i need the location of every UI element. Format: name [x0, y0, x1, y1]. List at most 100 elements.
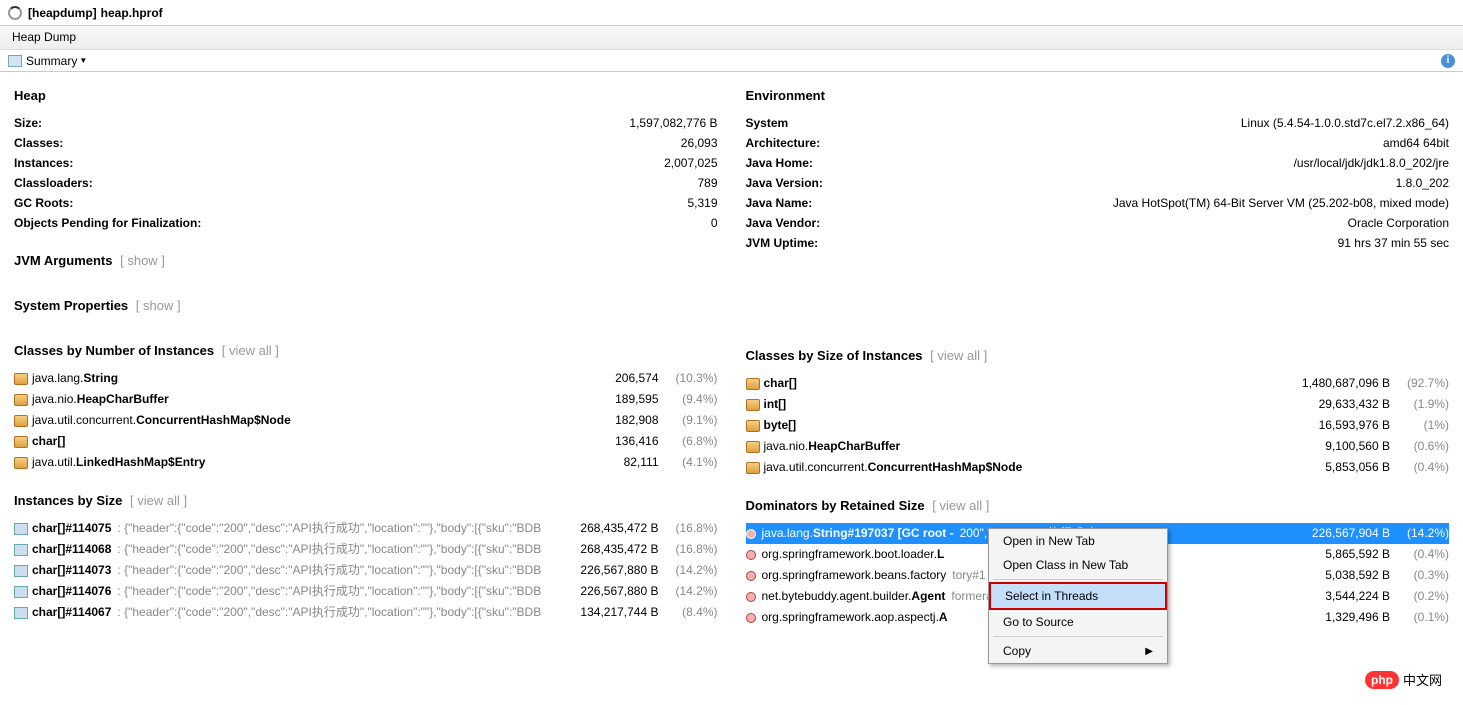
jvmargs-show-link[interactable]: [ show ]: [120, 253, 165, 268]
env-value: Linux (5.4.54-1.0.0.std7c.el7.2.x86_64): [1241, 113, 1449, 133]
watermark: php 中文网: [1365, 670, 1442, 689]
dominator-percent: 0.2%: [1394, 586, 1449, 607]
classes-by-size-row[interactable]: java.util.concurrent.ConcurrentHashMap$N…: [746, 457, 1450, 478]
heap-key: Size:: [14, 113, 42, 133]
instance-icon: [746, 529, 756, 539]
sysprops-header: System Properties [ show ]: [14, 298, 718, 313]
classes-by-size-name: char[]: [764, 373, 797, 394]
classes-by-num-row[interactable]: java.util.concurrent.ConcurrentHashMap$N…: [14, 410, 718, 431]
env-key: Architecture:: [746, 133, 821, 153]
class-icon: [14, 544, 28, 556]
dominators-viewall-link[interactable]: [ view all ]: [932, 498, 989, 513]
context-menu: Open in New Tab Open Class in New Tab Sele…: [988, 528, 1168, 664]
env-row: System Linux (5.4.54-1.0.0.std7c.el7.2.x8…: [746, 113, 1450, 133]
instance-by-size-percent: 14.2%: [663, 560, 718, 581]
title-file: heap.hprof: [101, 6, 163, 20]
instance-icon: [746, 592, 756, 602]
summary-icon: [8, 55, 22, 67]
instances-by-size-header: Instances by Size [ view all ]: [14, 493, 718, 508]
chevron-down-icon[interactable]: ▼: [79, 56, 87, 65]
class-icon: [746, 462, 760, 474]
class-icon: [14, 523, 28, 535]
classes-by-num-row[interactable]: java.lang.String206,57410.3%: [14, 368, 718, 389]
dominator-value: 5,038,592 B: [1280, 565, 1390, 586]
classes-by-size-percent: 1.9%: [1394, 394, 1449, 415]
classes-by-size-row[interactable]: java.nio.HeapCharBuffer9,100,560 B0.6%: [746, 436, 1450, 457]
classes-by-num-value: 206,574: [549, 368, 659, 389]
instance-by-size-value: 226,567,880 B: [549, 581, 659, 602]
env-key: System: [746, 113, 789, 133]
classes-by-num-row[interactable]: java.util.LinkedHashMap$Entry82,1114.1%: [14, 452, 718, 473]
menu-item-label: Go to Source: [1003, 615, 1074, 629]
dominator-name: org.springframework.boot.loader.L: [762, 544, 945, 565]
instance-by-size-row[interactable]: char[]#114068: {"header":{"code":"200","…: [14, 539, 718, 560]
class-icon: [14, 565, 28, 577]
instance-by-size-detail: : {"header":{"code":"200","desc":"API执行成…: [117, 539, 544, 560]
summary-dropdown[interactable]: Summary: [26, 54, 77, 68]
instance-by-size-row[interactable]: char[]#114073: {"header":{"code":"200","…: [14, 560, 718, 581]
class-icon: [14, 415, 28, 427]
watermark-text: 中文网: [1403, 670, 1442, 689]
classes-by-size-row[interactable]: byte[]16,593,976 B1%: [746, 415, 1450, 436]
instances-by-size-viewall-link[interactable]: [ view all ]: [130, 493, 187, 508]
dominator-name: net.bytebuddy.agent.builder.Agent: [762, 586, 946, 607]
heap-row: GC Roots:5,319: [14, 193, 718, 213]
env-key: JVM Uptime:: [746, 233, 819, 253]
heap-row: Objects Pending for Finalization:0: [14, 213, 718, 233]
dominator-name: org.springframework.aop.aspectj.A: [762, 607, 948, 628]
classes-by-num-row[interactable]: char[]136,4166.8%: [14, 431, 718, 452]
classes-by-size-name: java.nio.HeapCharBuffer: [764, 436, 901, 457]
heap-row: Instances:2,007,025: [14, 153, 718, 173]
menu-item[interactable]: Select in Threads: [989, 582, 1167, 610]
env-header: Environment: [746, 88, 1450, 103]
instance-by-size-row[interactable]: char[]#114076: {"header":{"code":"200","…: [14, 581, 718, 602]
env-row: JVM Uptime:91 hrs 37 min 55 sec: [746, 233, 1450, 253]
menu-item[interactable]: Open Class in New Tab: [989, 553, 1167, 577]
classes-by-num-viewall-link[interactable]: [ view all ]: [222, 343, 279, 358]
classes-by-size-row[interactable]: char[]1,480,687,096 B92.7%: [746, 373, 1450, 394]
classes-by-size-row[interactable]: int[]29,633,432 B1.9%: [746, 394, 1450, 415]
menu-item[interactable]: Go to Source: [989, 610, 1167, 634]
instance-by-size-percent: 16.8%: [663, 518, 718, 539]
menu-item[interactable]: Copy▶: [989, 639, 1167, 663]
heap-key: Classes:: [14, 133, 63, 153]
heap-key: GC Roots:: [14, 193, 73, 213]
env-key: Java Home:: [746, 153, 813, 173]
classes-by-num-percent: 6.8%: [663, 431, 718, 452]
dominator-value: 226,567,904 B: [1280, 523, 1390, 544]
heap-header: Heap: [14, 88, 718, 103]
instance-by-size-detail: : {"header":{"code":"200","desc":"API执行成…: [117, 518, 544, 539]
menu-item[interactable]: Open in New Tab: [989, 529, 1167, 553]
instance-by-size-row[interactable]: char[]#114075: {"header":{"code":"200","…: [14, 518, 718, 539]
loading-icon: [8, 6, 22, 20]
subtitle-text: Heap Dump: [12, 30, 76, 44]
dominator-value: 1,329,496 B: [1280, 607, 1390, 628]
classes-by-num-row[interactable]: java.nio.HeapCharBuffer189,5959.4%: [14, 389, 718, 410]
instance-by-size-row[interactable]: char[]#114067: {"header":{"code":"200","…: [14, 602, 718, 623]
heap-key: Classloaders:: [14, 173, 93, 193]
instance-icon: [746, 613, 756, 623]
classes-by-size-viewall-link[interactable]: [ view all ]: [930, 348, 987, 363]
instance-by-size-value: 268,435,472 B: [549, 539, 659, 560]
classes-by-num-value: 189,595: [549, 389, 659, 410]
env-value: Java HotSpot(TM) 64-Bit Server VM (25.20…: [1113, 193, 1449, 213]
title-bar: [heapdump] heap.hprof: [0, 0, 1463, 26]
classes-by-num-name: java.util.concurrent.ConcurrentHashMap$N…: [32, 410, 291, 431]
env-value: 1.8.0_202: [1396, 173, 1449, 193]
heap-value: 26,093: [681, 133, 718, 153]
menu-item-label: Open in New Tab: [1003, 534, 1095, 548]
sysprops-show-link[interactable]: [ show ]: [136, 298, 181, 313]
classes-by-size-percent: 92.7%: [1394, 373, 1449, 394]
classes-by-num-name: char[]: [32, 431, 65, 452]
class-icon: [746, 378, 760, 390]
env-row: Java Vendor:Oracle Corporation: [746, 213, 1450, 233]
heap-row: Size:1,597,082,776 B: [14, 113, 718, 133]
watermark-logo: php: [1365, 671, 1399, 689]
info-icon[interactable]: i: [1441, 54, 1455, 68]
jvmargs-header: JVM Arguments [ show ]: [14, 253, 718, 268]
heap-value: 0: [711, 213, 718, 233]
menu-item-label: Copy: [1003, 644, 1031, 658]
instance-by-size-percent: 8.4%: [663, 602, 718, 623]
class-icon: [14, 436, 28, 448]
heap-value: 789: [697, 173, 717, 193]
